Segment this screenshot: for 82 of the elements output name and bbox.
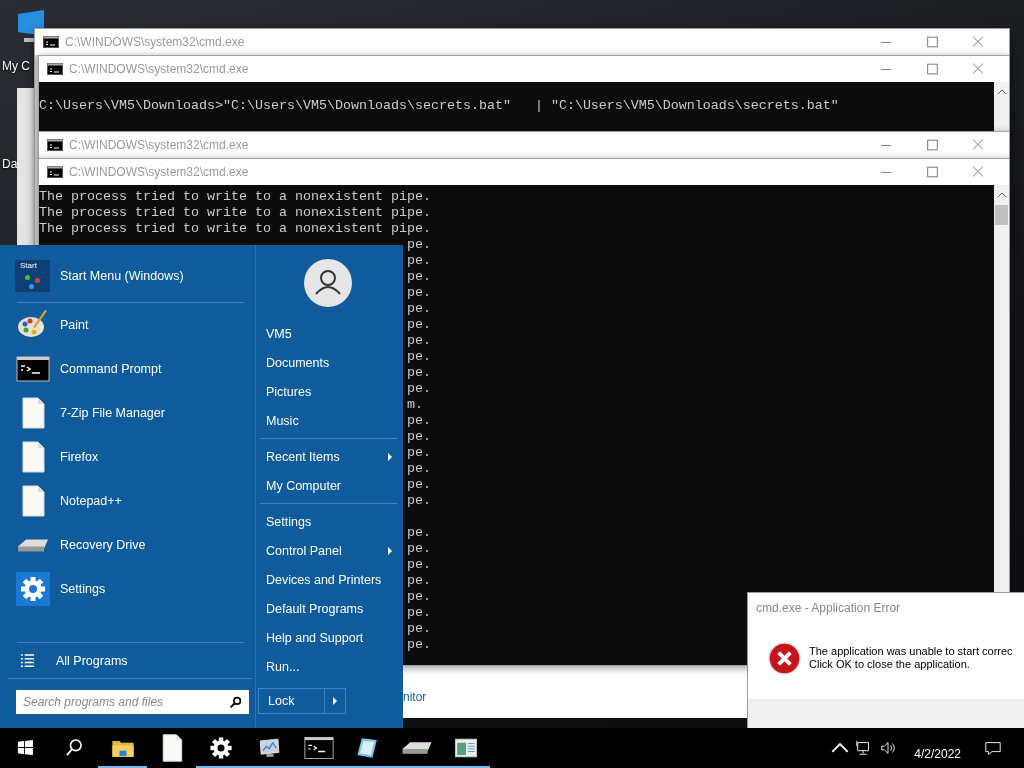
console-line: pe.: [406, 285, 431, 301]
menu-item[interactable]: Notepad++: [0, 479, 255, 523]
drive-icon: [16, 538, 50, 552]
link[interactable]: nitor: [403, 690, 427, 704]
console-line: pe.: [406, 477, 431, 493]
console-line: pe.: [406, 237, 431, 253]
user-avatar-icon[interactable]: [304, 259, 352, 307]
search-icon: [229, 695, 242, 709]
console-line: pe.: [406, 445, 431, 461]
lock-button[interactable]: Lock: [258, 688, 324, 714]
dialog-message: The application was unable to start correc: [809, 645, 1013, 658]
menu-item[interactable]: Devices and Printers: [256, 565, 403, 594]
window-title: C:\WINDOWS\system32\cmd.exe: [69, 62, 250, 76]
menu-item[interactable]: Default Programs: [256, 594, 403, 623]
menu-item[interactable]: Settings: [256, 507, 403, 536]
console-line: m.: [406, 397, 423, 413]
caret-right-icon: [332, 696, 338, 706]
terminal-icon: [47, 166, 63, 178]
menu-item[interactable]: Run...: [256, 652, 403, 681]
desktop-icon-label[interactable]: My C: [2, 59, 30, 73]
desktop-icon-label[interactable]: Da: [2, 157, 18, 171]
scrollbar[interactable]: [994, 82, 1009, 131]
menu-item[interactable]: Control Panel: [256, 536, 403, 565]
menu-item[interactable]: My Computer: [256, 471, 403, 500]
window-title: C:\WINDOWS\system32\cmd.exe: [69, 138, 250, 152]
console-line: pe.: [406, 429, 431, 445]
list-icon: [20, 653, 35, 668]
menu-item[interactable]: Help and Support: [256, 623, 403, 652]
console-line: pe.: [406, 413, 431, 429]
volume-icon[interactable]: [879, 739, 898, 757]
clock-date[interactable]: 4/2/2022: [914, 747, 961, 761]
console-line: pe.: [406, 461, 431, 477]
console-line: pe.: [406, 557, 431, 573]
console-line: C:\Users\VM5\Downloads>"C:\Users\VM5\Downloads\secrets.bat" | "C:\Users\VM5\Downloads\secrets.bat": [39, 98, 839, 114]
menu-item[interactable]: Firefox: [0, 435, 255, 479]
menu-item[interactable]: Command Prompt: [0, 347, 255, 391]
menu-title: Start Menu (Windows): [60, 269, 184, 283]
console-line: pe.: [406, 269, 431, 285]
menu-item[interactable]: VM5: [256, 319, 403, 348]
scrollbar-thumb[interactable]: [995, 205, 1008, 225]
menu-item[interactable]: Pictures: [256, 377, 403, 406]
console-line: pe.: [406, 349, 431, 365]
terminal-icon: [43, 36, 59, 48]
console-line: pe.: [406, 333, 431, 349]
submenu-arrow-icon: [387, 451, 393, 462]
console-line: pe.: [406, 365, 431, 381]
window-title: C:\WINDOWS\system32\cmd.exe: [65, 35, 246, 49]
menu-item[interactable]: 7-Zip File Manager: [0, 391, 255, 435]
power-options-button[interactable]: [324, 688, 346, 714]
console-line: pe.: [406, 301, 431, 317]
console-line: pe.: [406, 493, 431, 509]
console-line: pe.: [406, 381, 431, 397]
console-line: pe.: [406, 541, 431, 557]
search-field[interactable]: Search programs and files: [16, 690, 249, 714]
menu-item[interactable]: Documents: [256, 348, 403, 377]
error-icon: [768, 641, 801, 675]
menu-item[interactable]: Recovery Drive: [0, 523, 255, 567]
console-line: pe.: [406, 573, 431, 589]
console-line: pe.: [406, 605, 431, 621]
notification-icon[interactable]: [984, 739, 1002, 757]
console-line: pe.: [406, 317, 431, 333]
console-line: The process tried to write to a nonexistent pipe.: [39, 205, 431, 221]
menu-item[interactable]: Recent Items: [256, 442, 403, 471]
menu-item[interactable]: Settings: [0, 567, 255, 611]
settings-icon: [16, 572, 50, 606]
console-line: pe.: [406, 589, 431, 605]
console-line: The process tried to write to a nonexistent pipe.: [39, 221, 431, 237]
console-line: pe.: [406, 621, 431, 637]
menu-item[interactable]: Music: [256, 406, 403, 435]
window-title: C:\WINDOWS\system32\cmd.exe: [69, 165, 250, 179]
submenu-arrow-icon: [387, 545, 393, 556]
all-programs-button[interactable]: All Programs: [0, 643, 255, 678]
terminal-icon: [47, 139, 63, 151]
console-line: pe.: [406, 637, 431, 653]
terminal-icon: [47, 63, 63, 75]
console-line: The process tried to write to a nonexistent pipe.: [39, 189, 431, 205]
dialog-title: cmd.exe - Application Error: [755, 600, 902, 617]
console-line: pe.: [406, 253, 431, 269]
dialog-message: Click OK to close the application.: [809, 658, 971, 671]
start-logo: Start: [15, 260, 50, 292]
console-line: pe.: [406, 525, 431, 541]
menu-item[interactable]: Paint: [0, 303, 255, 347]
